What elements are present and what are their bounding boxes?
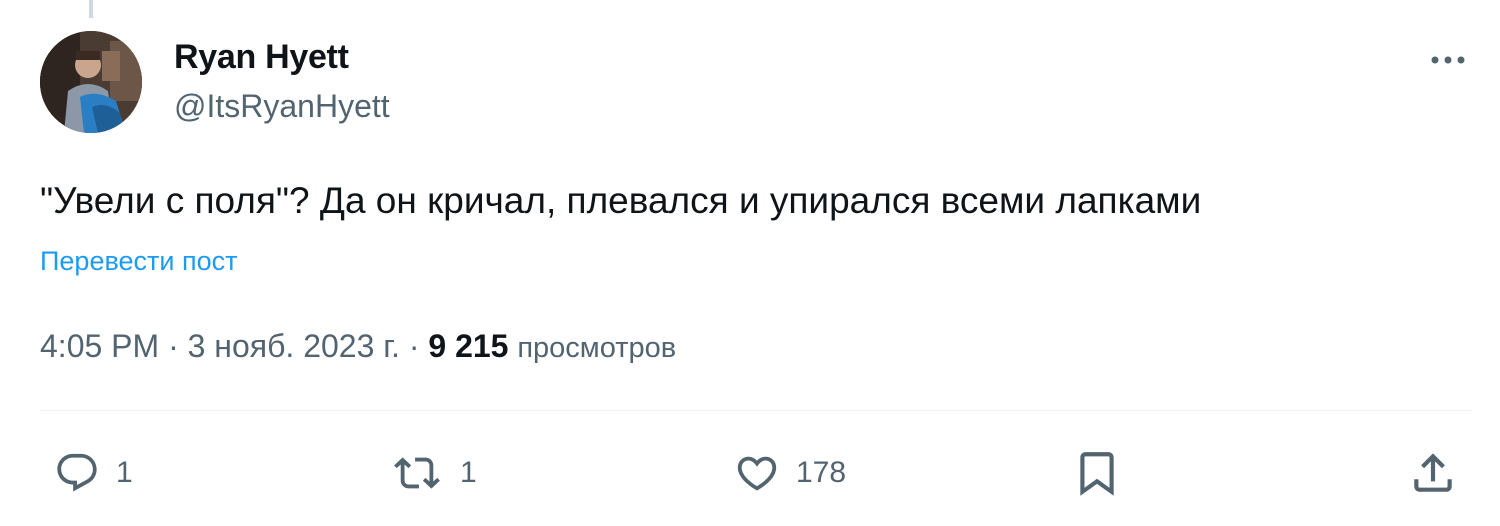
post-meta: 4:05 PM · 3 нояб. 2023 г. · 9 215 просмо… (40, 328, 676, 365)
avatar-photo (40, 31, 142, 133)
repost-button[interactable]: 1 (388, 448, 477, 498)
bookmark-icon (1080, 452, 1114, 496)
meta-separator: · (399, 328, 429, 364)
share-button[interactable] (1408, 448, 1458, 498)
reply-icon (57, 453, 97, 492)
repost-icon (394, 457, 440, 489)
translate-post-link[interactable]: Перевести пост (40, 246, 237, 277)
like-count: 178 (796, 456, 847, 489)
post-date[interactable]: 3 нояб. 2023 г. (188, 328, 400, 364)
more-options-button[interactable] (1428, 40, 1468, 80)
post-text: "Увели с поля"? Да он кричал, плевался и… (40, 180, 1202, 221)
author-handle[interactable]: @ItsRyanHyett (174, 88, 390, 125)
bookmark-button[interactable] (1072, 448, 1122, 498)
views-label: просмотров (517, 332, 677, 364)
avatar[interactable] (40, 31, 142, 133)
like-button[interactable]: 178 (732, 448, 846, 498)
reply-count: 1 (116, 456, 133, 489)
heart-icon (737, 456, 777, 491)
post-time[interactable]: 4:05 PM (40, 328, 159, 364)
repost-count: 1 (460, 456, 477, 489)
share-icon (1414, 453, 1452, 492)
more-icon (1431, 56, 1465, 64)
divider (40, 410, 1472, 411)
author-display-name[interactable]: Ryan Hyett (174, 38, 349, 77)
thread-connector-line (89, 0, 93, 18)
reply-button[interactable]: 1 (52, 448, 133, 498)
meta-separator: · (159, 328, 188, 364)
views-count: 9 215 (428, 328, 509, 364)
